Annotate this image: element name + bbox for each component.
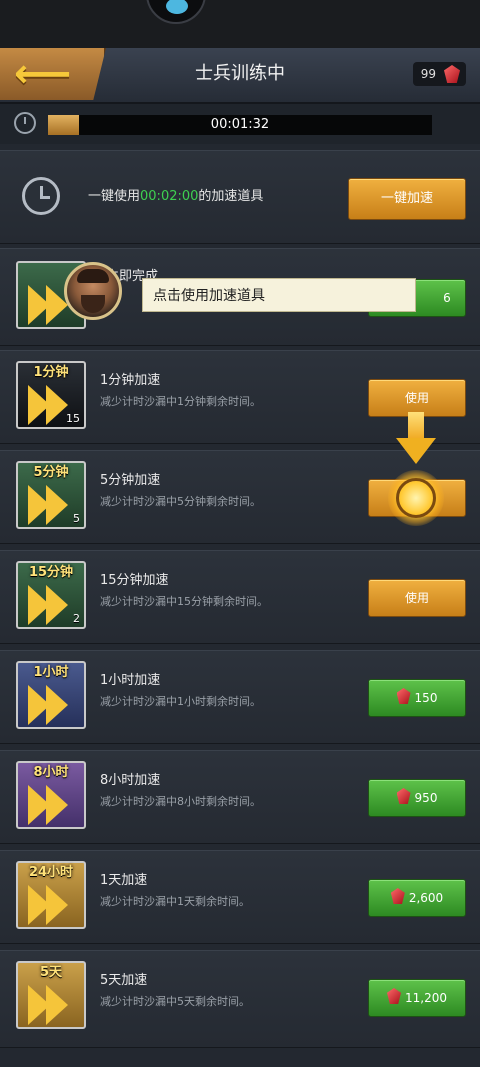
item-name: 1分钟加速: [100, 373, 161, 388]
speedup-1day-icon: 24小时: [16, 861, 86, 929]
item-name: 15分钟加速: [100, 573, 169, 588]
item-count: 5: [73, 512, 80, 525]
progress-bar: 00:01:32: [48, 115, 432, 135]
item-price: 950: [414, 791, 438, 805]
red-gem-icon: [396, 688, 411, 704]
item-desc: 减少计时沙漏中1小时剩余时间。: [100, 695, 261, 708]
use-button[interactable]: 使用: [368, 579, 466, 617]
speedup-1min-icon: 1分钟 15: [16, 361, 86, 429]
one-key-time: 00:02:00: [140, 189, 199, 204]
item-name: 8小时加速: [100, 773, 161, 788]
speedup-5min-icon: 5分钟 5: [16, 461, 86, 529]
item-price: 2,600: [408, 891, 444, 905]
red-gem-icon: [387, 988, 401, 1004]
item-price: 150: [414, 691, 438, 705]
item-name: 1天加速: [100, 873, 148, 888]
app-logo-icon: [146, 0, 206, 24]
advisor-avatar: [64, 262, 122, 320]
tutorial-arrow-icon: [396, 412, 436, 472]
red-gem-icon: [444, 65, 460, 83]
icon-label: 1小时: [33, 665, 69, 680]
item-desc: 减少计时沙漏中8小时剩余时间。: [100, 795, 261, 808]
item-desc: 减少计时沙漏中5分钟剩余时间。: [100, 495, 261, 508]
icon-label: 5分钟: [33, 465, 69, 480]
item-name: 5分钟加速: [100, 473, 161, 488]
item-desc: 减少计时沙漏中1分钟剩余时间。: [100, 395, 261, 408]
back-button[interactable]: ⟵: [0, 48, 106, 100]
item-name: 1小时加速: [100, 673, 161, 688]
list-item-15min: 15分钟 2 15分钟加速 减少计时沙漏中15分钟剩余时间。 使用: [0, 550, 480, 644]
instant-finish-price: 6: [443, 291, 451, 305]
icon-label: 24小时: [28, 865, 74, 880]
tutorial-highlight-ring[interactable]: [396, 478, 436, 518]
back-arrow-icon: ⟵: [14, 51, 72, 97]
timer-remaining: 00:01:32: [210, 117, 270, 132]
icon-label: 1分钟: [33, 365, 69, 380]
buy-button[interactable]: 2,600: [368, 879, 466, 917]
speedup-5day-icon: 5天: [16, 961, 86, 1029]
speedup-8hour-icon: 8小时: [16, 761, 86, 829]
list-item-5day: 5天 5天加速 减少计时沙漏中5天剩余时间。 11,200: [0, 950, 480, 1048]
gem-balance-value: 99: [420, 67, 436, 81]
item-count: 2: [73, 612, 80, 625]
status-strip: [0, 0, 480, 48]
item-count: 15: [66, 412, 80, 425]
header-bar: 士兵训练中 ⟵ 99: [0, 48, 480, 104]
icon-label: 8小时: [33, 765, 69, 780]
tutorial-tooltip: 点击使用加速道具: [142, 278, 416, 312]
speedup-15min-icon: 15分钟 2: [16, 561, 86, 629]
clock-icon: [22, 177, 60, 215]
item-price: 11,200: [405, 991, 447, 1005]
item-desc: 减少计时沙漏中1天剩余时间。: [100, 895, 250, 908]
clock-icon: [14, 112, 36, 134]
one-key-speedup-button[interactable]: 一键加速: [348, 178, 466, 220]
list-item-1day: 24小时 1天加速 减少计时沙漏中1天剩余时间。 2,600: [0, 850, 480, 944]
item-desc: 减少计时沙漏中5天剩余时间。: [100, 995, 250, 1008]
buy-button[interactable]: 150: [368, 679, 466, 717]
gem-balance[interactable]: 99: [412, 62, 466, 86]
buy-button[interactable]: 950: [368, 779, 466, 817]
list-item-8hour: 8小时 8小时加速 减少计时沙漏中8小时剩余时间。 950: [0, 750, 480, 844]
speedup-1hour-icon: 1小时: [16, 661, 86, 729]
item-name: 5天加速: [100, 973, 148, 988]
icon-label: 5天: [39, 965, 63, 980]
red-gem-icon: [396, 788, 411, 804]
training-timer: 00:01:32: [0, 104, 480, 144]
buy-button[interactable]: 11,200: [368, 979, 466, 1017]
one-key-speedup-card: 一键使用00:02:00的加速道具 一键加速: [0, 150, 480, 244]
one-key-description: 一键使用00:02:00的加速道具: [88, 189, 264, 204]
red-gem-icon: [390, 888, 405, 904]
item-desc: 减少计时沙漏中15分钟剩余时间。: [100, 595, 268, 608]
icon-label: 15分钟: [28, 565, 74, 580]
list-item-1hour: 1小时 1小时加速 减少计时沙漏中1小时剩余时间。 150: [0, 650, 480, 744]
